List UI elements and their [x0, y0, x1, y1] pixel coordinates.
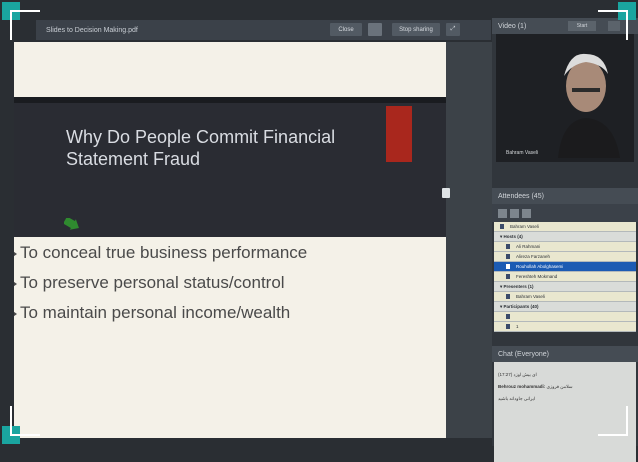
video-feed: Bahram Vaseli [496, 34, 634, 162]
fullscreen-icon[interactable]: ⤢ [446, 23, 460, 36]
user-icon [500, 224, 504, 229]
share-toolbar: Slides to Decision Making.pdf Close Stop… [36, 20, 491, 40]
chat-message: ایرانی جاودانه باشید [498, 396, 536, 401]
slide-title: Why Do People Commit Financial Statement… [66, 127, 336, 169]
stop-sharing-button[interactable]: Stop sharing [392, 23, 440, 36]
list-item[interactable]: Fereshteh Mokmand [494, 272, 636, 282]
user-icon [506, 274, 510, 279]
attendee-list: Bahram Vaseli ▾ Hosts (4) Ali Rahmani Al… [494, 222, 636, 332]
right-sidebar: Video (1) Start Bahram Vaseli Attendees … [492, 18, 638, 462]
chat-message: Behrouz mohammadi: سلامن فروزی [498, 384, 573, 389]
group-presenters[interactable]: ▾ Presenters (1) [494, 282, 636, 292]
document-title: Slides to Decision Making.pdf [46, 26, 138, 34]
group-hosts[interactable]: ▾ Hosts (4) [494, 232, 636, 242]
user-icon [506, 264, 510, 269]
attendees-panel-header: Attendees (45) [492, 188, 638, 204]
popout-icon[interactable] [368, 23, 382, 36]
screen-frame: Slides to Decision Making.pdf Close Stop… [0, 0, 638, 462]
bullet-item: To conceal true business performance [14, 238, 446, 268]
slide-bullets: To conceal true business performance To … [14, 238, 446, 328]
list-item[interactable]: Bahram Vaseli [494, 222, 636, 232]
splitter-handle[interactable] [442, 188, 450, 198]
video-panel-title: Video (1) [498, 22, 527, 30]
list-item[interactable]: 1 [494, 322, 636, 332]
shared-slide: Why Do People Commit Financial Statement… [14, 42, 446, 438]
list-item[interactable]: Alireza Farzaneh [494, 252, 636, 262]
user-icon [506, 324, 510, 329]
chat-message: (17:27) ای بیش اوزد [498, 372, 537, 377]
chat-panel-header: Chat (Everyone) [492, 346, 638, 362]
group-participants[interactable]: ▾ Participants (40) [494, 302, 636, 312]
pointer-arrow-icon [64, 218, 79, 230]
user-icon [506, 244, 510, 249]
bullet-item: To maintain personal income/wealth [14, 298, 446, 328]
list-item[interactable] [494, 312, 636, 322]
attendees-toolbar [492, 204, 638, 222]
slide-accent-block [386, 106, 412, 162]
grid-view-icon[interactable] [510, 208, 519, 218]
list-item-selected[interactable]: Rouhollah Abolghasemi [494, 262, 636, 272]
panel-splitter[interactable] [442, 42, 492, 438]
list-item[interactable]: Ali Rahmani [494, 242, 636, 252]
start-video-button[interactable]: Start [568, 21, 596, 31]
bullet-item: To preserve personal status/control [14, 268, 446, 298]
user-icon [506, 294, 510, 299]
user-icon [506, 314, 510, 319]
video-caption: Bahram Vaseli [506, 150, 539, 156]
list-item[interactable]: Bahram Vaseli [494, 292, 636, 302]
chat-panel-title: Chat (Everyone) [498, 350, 549, 358]
attendees-panel-title: Attendees (45) [498, 192, 544, 200]
user-icon [506, 254, 510, 259]
participant-video-image [558, 53, 620, 158]
sort-icon[interactable] [522, 208, 531, 218]
list-view-icon[interactable] [498, 208, 507, 218]
hide-button[interactable]: Close [330, 23, 362, 36]
